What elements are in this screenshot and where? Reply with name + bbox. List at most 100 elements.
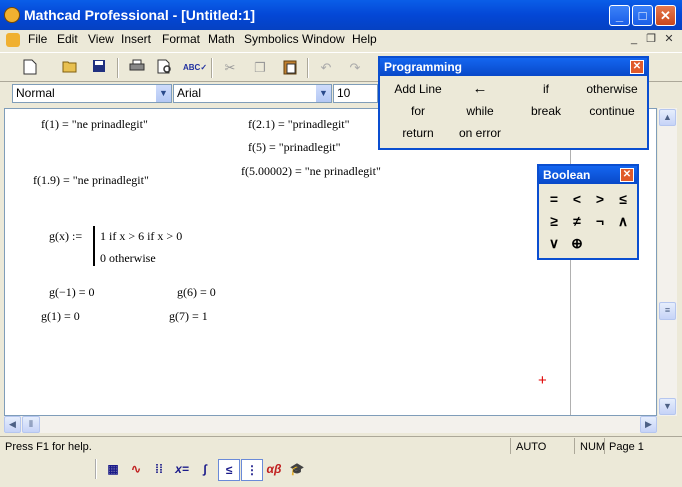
math-region[interactable]: g(7) = 1	[169, 309, 208, 324]
print-preview-icon[interactable]	[155, 59, 175, 77]
break-button[interactable]: break	[522, 104, 570, 118]
print-icon[interactable]	[127, 59, 147, 77]
font-select[interactable]: Arial ▼	[173, 84, 332, 103]
status-divider	[604, 438, 605, 454]
scroll-right-arrow-icon[interactable]: ▶	[640, 416, 657, 433]
horizontal-scrollbar[interactable]: ◀ ⦀ ▶	[4, 416, 657, 433]
font-size-select[interactable]: 10	[333, 84, 378, 103]
program-bracket	[93, 226, 95, 266]
math-region[interactable]: f(1) = "ne prinadlegit"	[41, 117, 148, 132]
scroll-down-arrow-icon[interactable]: ▼	[659, 398, 676, 415]
open-folder-icon[interactable]	[60, 59, 80, 77]
math-region[interactable]: f(5) = "prinadlegit"	[248, 140, 341, 155]
menu-symbolics[interactable]: Symbolics	[244, 32, 299, 46]
menu-format[interactable]: Format	[162, 32, 200, 46]
continue-button[interactable]: continue	[580, 104, 644, 118]
insertion-cursor: +	[538, 372, 547, 389]
toolbar-grip[interactable]	[95, 459, 101, 479]
for-button[interactable]: for	[390, 104, 446, 118]
math-region[interactable]: f(2.1) = "prinadlegit"	[248, 117, 350, 132]
menu-math[interactable]: Math	[208, 32, 235, 46]
vertical-scrollbar[interactable]: ▲ ≡ ▼	[658, 108, 677, 416]
status-num-lock: NUM	[580, 441, 606, 453]
otherwise-button[interactable]: otherwise	[580, 82, 644, 96]
xor-button[interactable]: ⊕	[566, 233, 588, 253]
math-region[interactable]: f(1.9) = "ne prinadlegit"	[33, 173, 149, 188]
boolean-palette-title[interactable]: Boolean ✕	[539, 166, 637, 184]
math-region[interactable]: f(5.00002) = "ne prinadlegit"	[241, 164, 381, 179]
program-line[interactable]: 0 otherwise	[100, 251, 156, 266]
symbolic-palette-icon[interactable]: 🎓	[287, 459, 307, 479]
greek-palette-icon[interactable]: αβ	[264, 459, 284, 479]
undo-icon[interactable]: ↶	[316, 59, 336, 77]
toolbar-separator	[307, 58, 309, 78]
on-error-button[interactable]: on error	[450, 126, 510, 140]
math-region[interactable]: g(−1) = 0	[49, 285, 95, 300]
document-icon[interactable]	[6, 33, 20, 47]
matrix-palette-icon[interactable]: ⁞⁞	[149, 459, 169, 479]
menu-window[interactable]: Window	[302, 32, 345, 46]
boolean-palette-icon[interactable]: ≤	[218, 459, 240, 481]
program-line[interactable]: 1 if x > 6 if x > 0	[100, 229, 182, 244]
not-button[interactable]: ¬	[589, 211, 611, 231]
mdi-restore-button[interactable]: ❐	[643, 32, 659, 46]
copy-icon[interactable]: ❐	[250, 59, 270, 77]
evaluation-palette-icon[interactable]: x=	[172, 459, 192, 479]
return-button[interactable]: return	[390, 126, 446, 140]
menu-insert[interactable]: Insert	[121, 32, 151, 46]
close-button[interactable]: ✕	[655, 5, 676, 26]
chevron-down-icon[interactable]: ▼	[316, 85, 331, 102]
close-icon[interactable]: ✕	[630, 60, 644, 74]
greater-equal-button[interactable]: ≥	[543, 211, 565, 231]
math-region[interactable]: g(1) = 0	[41, 309, 80, 324]
redo-icon[interactable]: ↷	[345, 59, 365, 77]
programming-palette[interactable]: Programming ✕ Add Line ← if otherwise fo…	[378, 56, 649, 150]
function-definition-lhs[interactable]: g(x) :=	[49, 229, 82, 244]
and-button[interactable]: ∧	[612, 211, 634, 231]
cut-icon[interactable]: ✂	[220, 59, 240, 77]
while-button[interactable]: while	[456, 104, 504, 118]
mathcad-app-icon[interactable]	[4, 7, 20, 23]
less-than-button[interactable]: <	[566, 189, 588, 209]
toolbar-separator	[211, 58, 213, 78]
style-select[interactable]: Normal ▼	[12, 84, 172, 103]
save-disk-icon[interactable]	[89, 59, 109, 77]
programming-palette-title[interactable]: Programming ✕	[380, 58, 647, 76]
minimize-button[interactable]: _	[609, 5, 630, 26]
worksheet[interactable]: f(1) = "ne prinadlegit" f(2.1) = "prinad…	[4, 108, 657, 416]
greater-than-button[interactable]: >	[589, 189, 611, 209]
menu-edit[interactable]: Edit	[57, 32, 78, 46]
spell-check-icon[interactable]: ABC✓	[183, 59, 207, 77]
calculator-palette-icon[interactable]: ▦	[103, 459, 123, 479]
if-button[interactable]: if	[522, 82, 570, 96]
scroll-up-arrow-icon[interactable]: ▲	[659, 109, 676, 126]
scrollbar-thumb[interactable]: ⦀	[22, 416, 40, 433]
add-line-button[interactable]: Add Line	[386, 82, 450, 96]
chevron-down-icon[interactable]: ▼	[156, 85, 171, 102]
menu-file[interactable]: File	[28, 32, 47, 46]
maximize-button[interactable]: □	[632, 5, 653, 26]
menu-bar: File Edit View Insert Format Math Symbol…	[0, 30, 682, 50]
window-title: Mathcad Professional - [Untitled:1]	[24, 7, 256, 23]
boolean-palette[interactable]: Boolean ✕ = < > ≤ ≥ ≠ ¬ ∧ ∨ ⊕	[537, 164, 639, 260]
not-equal-button[interactable]: ≠	[566, 211, 588, 231]
programming-palette-icon[interactable]: ⋮	[241, 459, 263, 481]
calculus-palette-icon[interactable]: ∫	[195, 459, 215, 479]
mdi-minimize-button[interactable]: _	[626, 32, 642, 46]
paste-icon[interactable]	[280, 59, 300, 77]
menu-view[interactable]: View	[88, 32, 114, 46]
status-calc-mode: AUTO	[516, 441, 547, 453]
scroll-left-arrow-icon[interactable]: ◀	[4, 416, 21, 433]
title-bar[interactable]: Mathcad Professional - [Untitled:1] _ □ …	[0, 0, 682, 30]
math-region[interactable]: g(6) = 0	[177, 285, 216, 300]
bold-equal-button[interactable]: =	[543, 189, 565, 209]
local-assign-button[interactable]: ←	[456, 80, 504, 97]
mdi-close-button[interactable]: ✕	[661, 32, 677, 46]
graph-palette-icon[interactable]: ∿	[126, 459, 146, 479]
new-document-icon[interactable]	[20, 59, 40, 77]
close-icon[interactable]: ✕	[620, 168, 634, 182]
menu-help[interactable]: Help	[352, 32, 377, 46]
or-button[interactable]: ∨	[543, 233, 565, 253]
less-equal-button[interactable]: ≤	[612, 189, 634, 209]
scrollbar-thumb[interactable]: ≡	[659, 302, 676, 320]
